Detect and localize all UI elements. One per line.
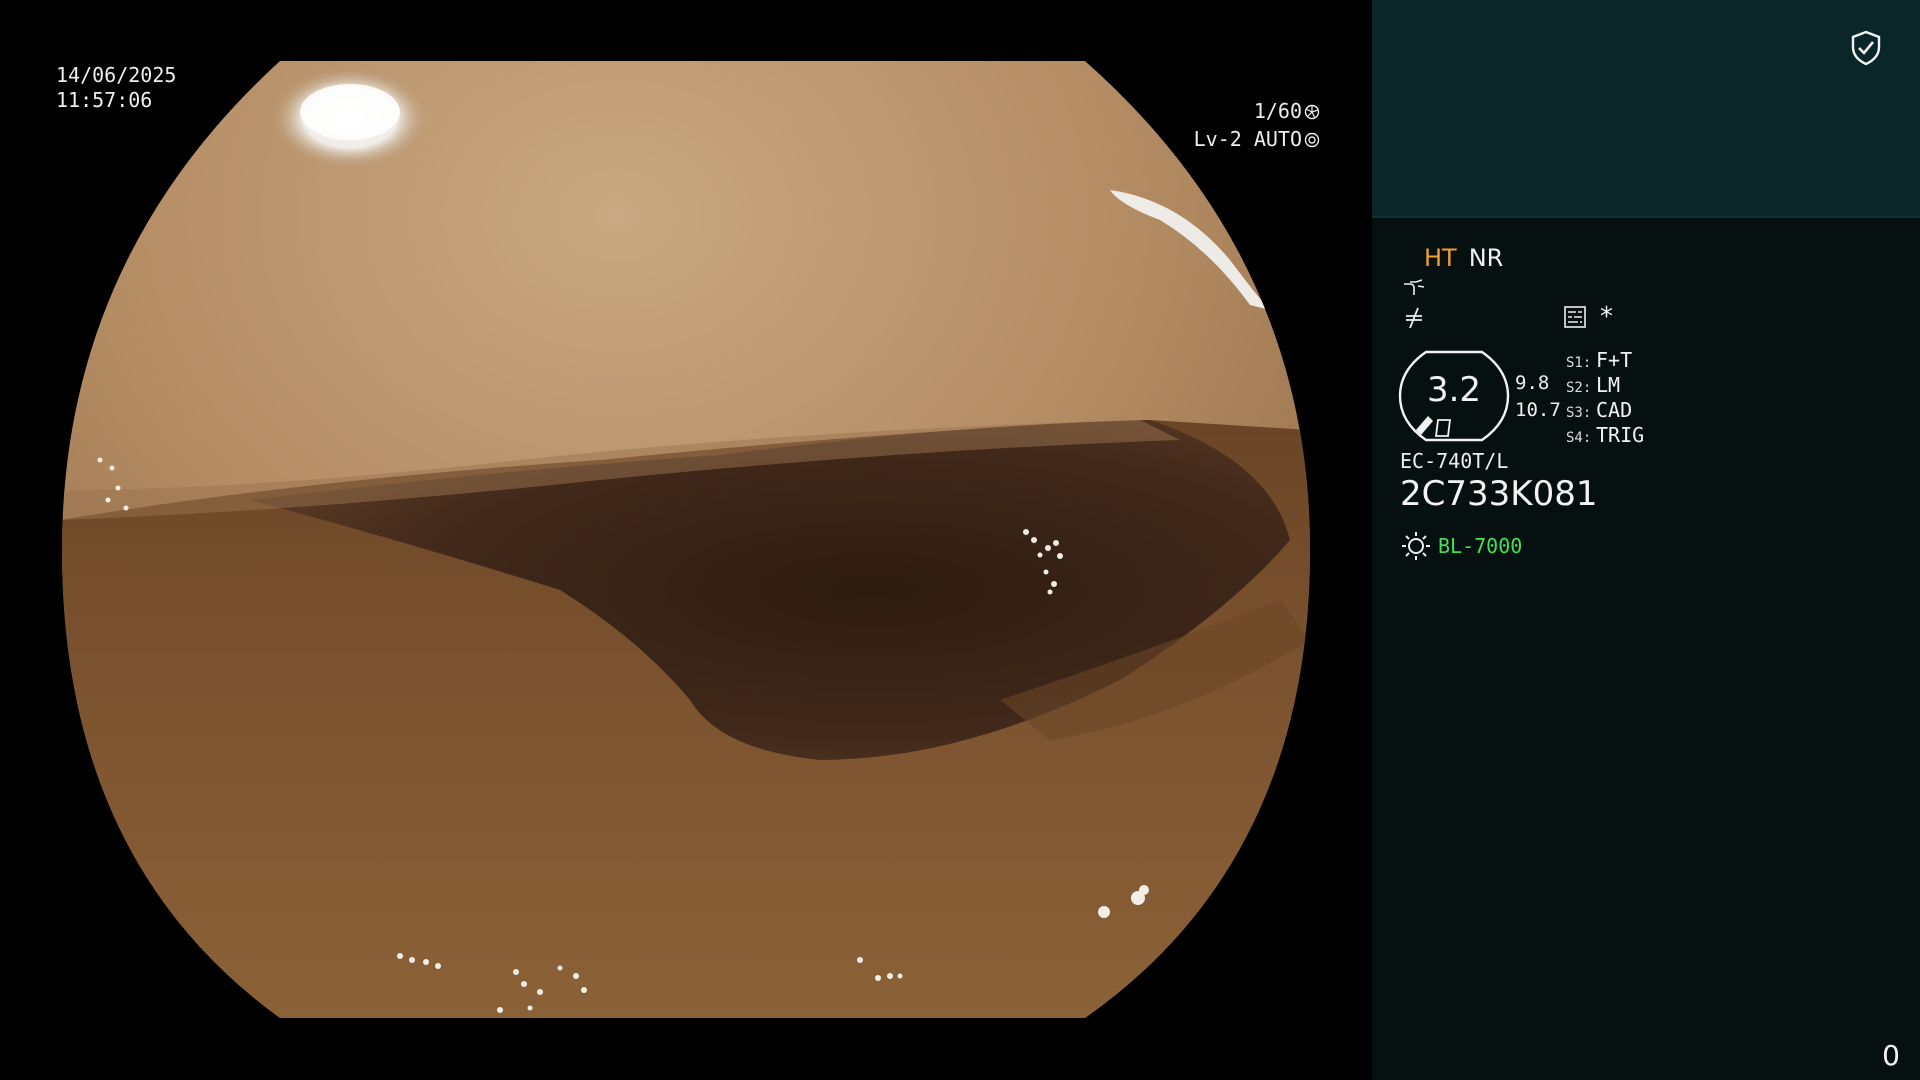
light-level-readout: Lv-2 AUTO xyxy=(1194,127,1320,152)
switch-row-s2: S2: LM xyxy=(1566,373,1644,397)
shield-check-icon xyxy=(1851,30,1881,66)
scope-switch-list: S1: F+T S2: LM S3: CAD S4: TRIG xyxy=(1566,348,1645,447)
settings-row: * xyxy=(1564,302,1613,332)
settings-icon xyxy=(1564,306,1586,328)
endoscope-view: 14/06/2025 11:57:06 1/60 Lv-2 AUTO xyxy=(0,0,1372,1080)
light-level-value: Lv-2 AUTO xyxy=(1193,127,1302,151)
switch-key: S1: xyxy=(1566,355,1592,371)
ht-indicator: HT xyxy=(1424,244,1457,272)
image-enhancement-status: HT NR xyxy=(1424,244,1503,272)
zoom-secondary-value: 9.8 xyxy=(1515,372,1550,394)
shutter-value: 1/60 xyxy=(1253,99,1302,123)
switch-value: TRIG xyxy=(1596,423,1645,447)
switch-key: S4: xyxy=(1566,430,1592,446)
enhancement-icon xyxy=(1404,279,1425,295)
zoom-tertiary-value: 10.7 xyxy=(1515,399,1561,421)
endoscope-image xyxy=(62,61,1310,1018)
light-source-label: BL-7000 xyxy=(1438,534,1523,558)
scope-serial-number: 2C733K081 xyxy=(1400,474,1598,514)
exam-date: 14/06/2025 xyxy=(56,63,177,87)
switch-value: F+T xyxy=(1596,348,1633,372)
light-source-icon xyxy=(1402,532,1430,560)
iris-icon xyxy=(1304,132,1320,147)
image-counter: 0 xyxy=(1882,1039,1900,1072)
light-source-row: BL-7000 xyxy=(1400,530,1522,562)
switch-value: LM xyxy=(1596,373,1621,397)
panel-header-area xyxy=(1372,0,1920,218)
zoom-value: 3.2 xyxy=(1426,370,1482,410)
shutter-readout: 1/60 xyxy=(1254,99,1320,124)
color-tone-icon xyxy=(1406,307,1422,329)
switch-row-s4: S4: TRIG xyxy=(1566,423,1645,447)
switch-value: CAD xyxy=(1596,398,1633,422)
scope-model: EC-740T/L xyxy=(1400,449,1509,473)
shutter-icon xyxy=(1304,104,1320,119)
switch-key: S3: xyxy=(1566,405,1592,421)
endoscopy-screen: 14/06/2025 11:57:06 1/60 Lv-2 AUTO HT NR… xyxy=(0,0,1920,1080)
settings-asterisk: * xyxy=(1600,302,1613,332)
switch-row-s3: S3: CAD xyxy=(1566,398,1644,422)
switch-key: S2: xyxy=(1566,380,1592,396)
nr-indicator: NR xyxy=(1468,244,1504,272)
info-panel: HT NR * 3.2 9.8 10.7 S1: F+T S2: LM S3: … xyxy=(1372,0,1920,1080)
switch-row-s1: S1: F+T xyxy=(1566,348,1644,372)
exam-time: 11:57:06 xyxy=(56,88,153,112)
